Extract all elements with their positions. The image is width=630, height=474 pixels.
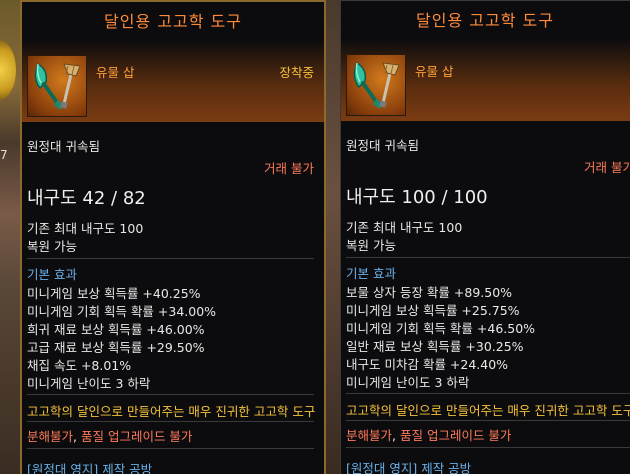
gold-ornament <box>0 40 16 100</box>
divider <box>27 421 314 422</box>
bound-status: 원정대 귀속됨 <box>346 138 419 153</box>
item-description: 고고학의 달인으로 만들어주는 매우 진귀한 고고학 도구 <box>27 404 316 419</box>
effect-line: 고급 재료 보상 획득률 +29.50% <box>27 340 205 355</box>
durability: 내구도 42 / 82 <box>27 188 146 209</box>
item-tooltip-equipped: 달인용 고고학 도구 유물 삽 장착중 원정대 귀속됨 거래 불가 내구도 42… <box>20 0 326 474</box>
brush-icon <box>60 63 81 109</box>
divider <box>27 448 314 449</box>
restriction-disassemble: 분해불가 <box>27 429 74 444</box>
effect-line: 채집 속도 +8.01% <box>27 358 132 373</box>
game-background-middle <box>326 0 340 474</box>
effect-line: 미니게임 기회 획득 확률 +34.00% <box>27 304 217 319</box>
item-grade: 유물 삽 <box>96 65 135 80</box>
basic-effect-header: 기본 효과 <box>27 267 77 282</box>
base-max-durability: 기존 최대 내구도 100 <box>346 220 463 235</box>
restriction-separator: , <box>392 428 400 443</box>
background-number: 7 <box>0 148 8 162</box>
effect-line: 내구도 미차감 확률 +24.40% <box>346 357 509 372</box>
divider <box>346 393 630 394</box>
item-icon-frame <box>346 54 406 116</box>
crafting-source: [원정대 영지] 제작 공방 <box>27 462 153 474</box>
divider <box>346 257 630 258</box>
effect-line: 미니게임 보상 획득률 +25.75% <box>346 303 520 318</box>
bound-status: 원정대 귀속됨 <box>27 139 100 154</box>
effect-line: 희귀 재료 보상 획득률 +46.00% <box>27 322 205 337</box>
game-background-left: 7 <box>0 0 20 474</box>
trade-status: 거래 불가 <box>264 161 314 176</box>
item-grade: 유물 삽 <box>415 64 454 79</box>
crafting-source: [원정대 영지] 제작 공방 <box>346 461 472 474</box>
effect-line: 미니게임 난이도 3 하락 <box>346 375 470 390</box>
item-description: 고고학의 달인으로 만들어주는 매우 진귀한 고고학 도구 <box>346 403 630 418</box>
restorable-status: 복원 가능 <box>27 239 77 254</box>
base-max-durability: 기존 최대 내구도 100 <box>27 221 144 236</box>
effect-line: 미니게임 보상 획득률 +40.25% <box>27 286 201 301</box>
effect-line: 보물 상자 등장 확률 +89.50% <box>346 285 513 300</box>
item-icon-frame <box>27 55 87 117</box>
trade-status: 거래 불가 <box>584 160 630 175</box>
durability: 내구도 100 / 100 <box>346 187 488 208</box>
restriction-disassemble: 분해불가 <box>346 428 393 443</box>
effect-line: 미니게임 난이도 3 하락 <box>27 376 151 391</box>
restriction-line: 분해불가, 품질 업그레이드 불가 <box>346 425 511 444</box>
item-tooltip-compare: 달인용 고고학 도구 유물 삽 원정대 귀속됨 거래 불가 내구도 100 / … <box>340 0 630 474</box>
divider <box>346 420 630 421</box>
equipped-label: 장착중 <box>279 65 314 80</box>
divider <box>27 394 314 395</box>
item-title: 달인용 고고학 도구 <box>416 11 554 30</box>
item-title: 달인용 고고학 도구 <box>104 12 242 31</box>
restriction-quality: 품질 업그레이드 불가 <box>399 428 512 443</box>
restriction-separator: , <box>73 429 81 444</box>
restorable-status: 복원 가능 <box>346 238 396 253</box>
basic-effect-header: 기본 효과 <box>346 266 396 281</box>
restriction-quality: 품질 업그레이드 불가 <box>80 429 193 444</box>
effect-line: 미니게임 기회 획득 확률 +46.50% <box>346 321 536 336</box>
divider <box>27 258 314 259</box>
divider <box>346 447 630 448</box>
brush-icon <box>379 62 400 108</box>
effect-line: 일반 재료 보상 획득률 +30.25% <box>346 339 524 354</box>
restriction-line: 분해불가, 품질 업그레이드 불가 <box>27 426 192 445</box>
